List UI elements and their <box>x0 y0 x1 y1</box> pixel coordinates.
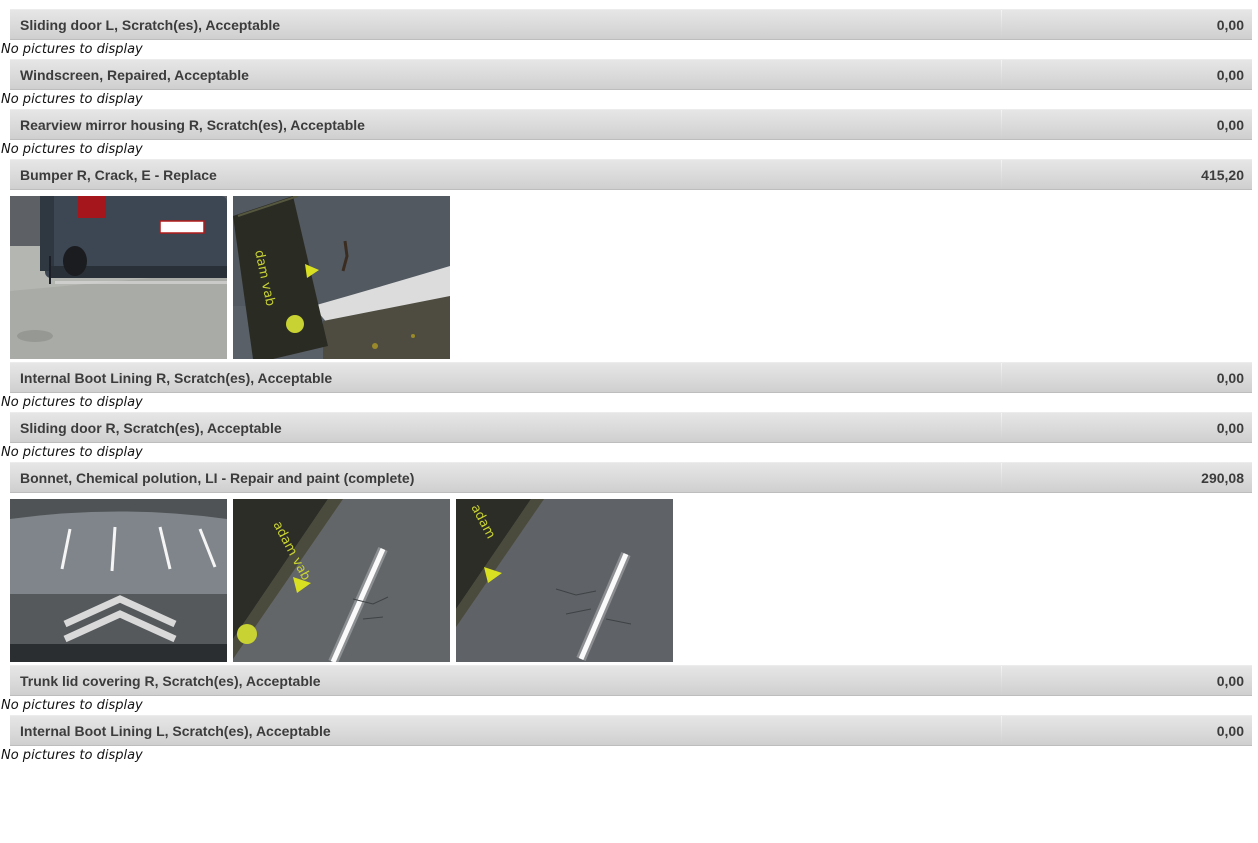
damage-description: Sliding door R, Scratch(es), Acceptable <box>20 419 282 436</box>
damage-item: Trunk lid covering R, Scratch(es), Accep… <box>1 665 1252 715</box>
damage-description: Bonnet, Chemical polution, LI - Repair a… <box>20 469 415 486</box>
damage-row[interactable]: Internal Boot Lining L, Scratch(es), Acc… <box>10 715 1252 746</box>
bonnet-front-photo[interactable] <box>10 499 227 662</box>
damage-row[interactable]: Windscreen, Repaired, Acceptable 0,00 <box>10 59 1252 90</box>
column-divider <box>1001 716 1002 745</box>
bonnet-closeup-photo-2[interactable]: adam <box>456 499 673 662</box>
damage-item: Windscreen, Repaired, Acceptable 0,00 No… <box>1 59 1252 109</box>
damage-row[interactable]: Rearview mirror housing R, Scratch(es), … <box>10 109 1252 140</box>
column-divider <box>1001 413 1002 442</box>
bonnet-closeup-photo-1[interactable]: adam vab <box>233 499 450 662</box>
damage-cost: 0,00 <box>1216 116 1244 133</box>
damage-cost: 0,00 <box>1216 16 1244 33</box>
damage-cost: 0,00 <box>1216 66 1244 83</box>
damage-item: Bumper R, Crack, E - Replace 415,20 dam … <box>10 159 1252 362</box>
damage-row[interactable]: Bumper R, Crack, E - Replace 415,20 <box>10 159 1252 190</box>
damage-description: Rearview mirror housing R, Scratch(es), … <box>20 116 365 133</box>
column-divider <box>1001 60 1002 89</box>
damage-description: Bumper R, Crack, E - Replace <box>20 166 217 183</box>
column-divider <box>1001 110 1002 139</box>
damage-description: Sliding door L, Scratch(es), Acceptable <box>20 16 281 33</box>
damage-item: Bonnet, Chemical polution, LI - Repair a… <box>10 462 1252 665</box>
photo-gallery: adam vab adam <box>10 493 1252 665</box>
no-pictures-text: No pictures to display <box>1 395 143 410</box>
damage-description: Trunk lid covering R, Scratch(es), Accep… <box>20 672 321 689</box>
damage-item: Sliding door L, Scratch(es), Acceptable … <box>1 9 1252 59</box>
damage-cost: 290,08 <box>1201 469 1244 486</box>
damage-item: Internal Boot Lining L, Scratch(es), Acc… <box>1 715 1252 765</box>
column-divider <box>1001 10 1002 39</box>
column-divider <box>1001 463 1002 492</box>
no-pictures-text: No pictures to display <box>1 445 143 460</box>
bumper-crack-closeup-photo[interactable]: dam vab <box>233 196 450 359</box>
damage-list: Sliding door L, Scratch(es), Acceptable … <box>1 9 1252 765</box>
damage-cost: 0,00 <box>1216 672 1244 689</box>
column-divider <box>1001 160 1002 189</box>
damage-item: Internal Boot Lining R, Scratch(es), Acc… <box>1 362 1252 412</box>
damage-item: Rearview mirror housing R, Scratch(es), … <box>1 109 1252 159</box>
damage-row[interactable]: Sliding door R, Scratch(es), Acceptable … <box>10 412 1252 443</box>
no-pictures-text: No pictures to display <box>1 698 143 713</box>
rear-van-photo[interactable] <box>10 196 227 359</box>
damage-row[interactable]: Internal Boot Lining R, Scratch(es), Acc… <box>10 362 1252 393</box>
damage-description: Internal Boot Lining R, Scratch(es), Acc… <box>20 369 333 386</box>
photo-gallery: dam vab <box>10 190 1252 362</box>
damage-row[interactable]: Bonnet, Chemical polution, LI - Repair a… <box>10 462 1252 493</box>
column-divider <box>1001 666 1002 695</box>
no-pictures-text: No pictures to display <box>1 92 143 107</box>
no-pictures-text: No pictures to display <box>1 142 143 157</box>
damage-row[interactable]: Sliding door L, Scratch(es), Acceptable … <box>10 9 1252 40</box>
damage-description: Internal Boot Lining L, Scratch(es), Acc… <box>20 722 331 739</box>
no-pictures-text: No pictures to display <box>1 42 143 57</box>
no-pictures-text: No pictures to display <box>1 748 143 763</box>
damage-cost: 0,00 <box>1216 369 1244 386</box>
damage-row[interactable]: Trunk lid covering R, Scratch(es), Accep… <box>10 665 1252 696</box>
damage-item: Sliding door R, Scratch(es), Acceptable … <box>1 412 1252 462</box>
column-divider <box>1001 363 1002 392</box>
damage-cost: 0,00 <box>1216 722 1244 739</box>
damage-cost: 0,00 <box>1216 419 1244 436</box>
damage-description: Windscreen, Repaired, Acceptable <box>20 66 249 83</box>
damage-cost: 415,20 <box>1201 166 1244 183</box>
